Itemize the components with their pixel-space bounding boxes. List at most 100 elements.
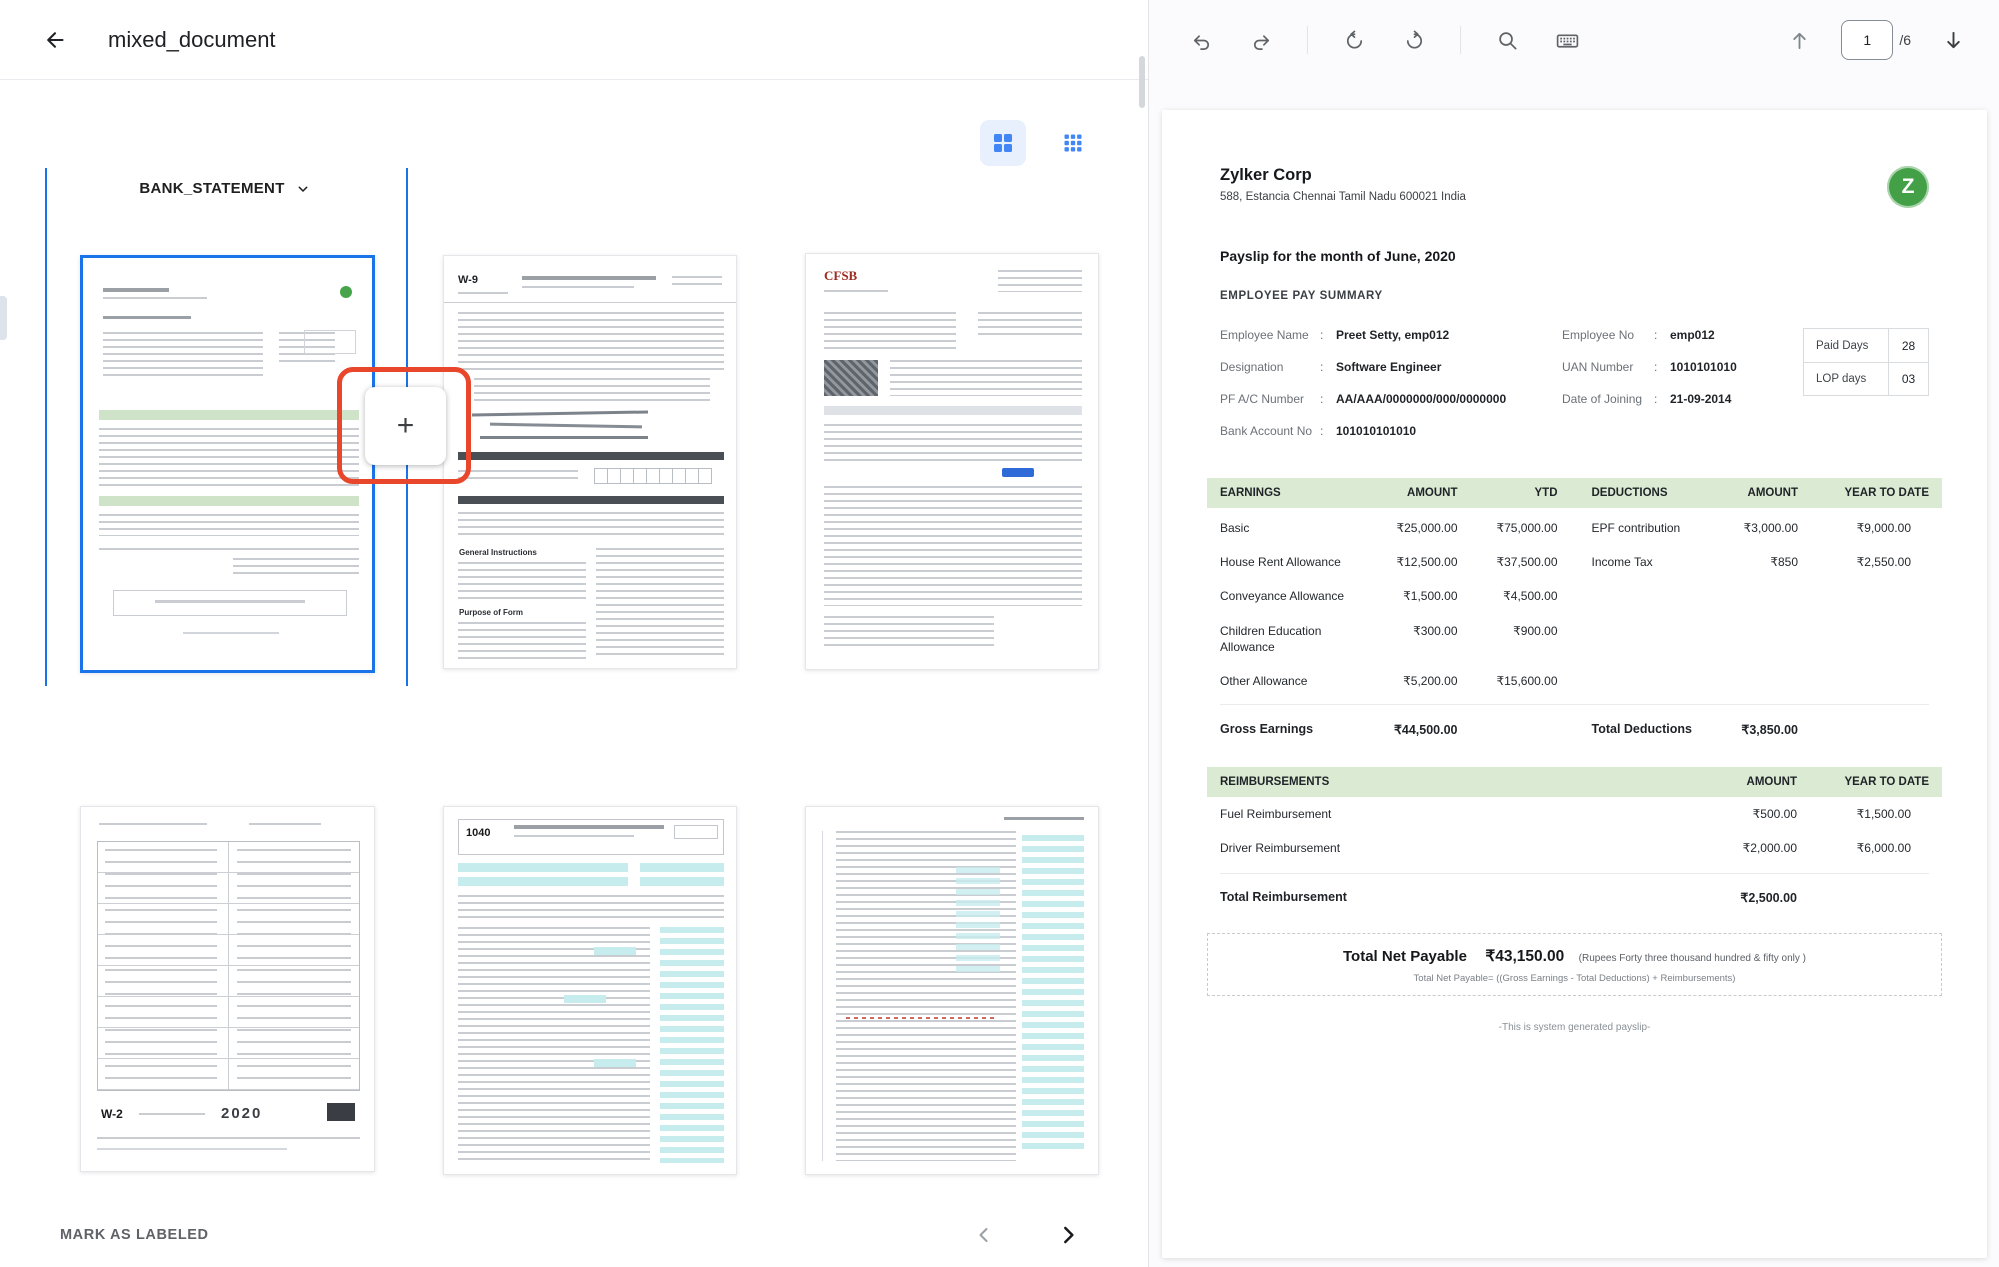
general-instructions-label: General Instructions [459,548,537,557]
thumbnail-w2-form[interactable]: W-2 2020 [80,806,375,1172]
grid-view-small-button[interactable] [1050,120,1096,166]
toolbar-separator [1307,26,1308,54]
page-navigation: /6 [1777,18,1999,62]
group-pager [964,1215,1108,1255]
w2-year-label: 2020 [221,1105,262,1122]
tax-form-thumbnail-art [806,807,1098,1174]
field-row: Bank Account No: 101010101010 [1220,424,1562,442]
field-row: Designation: Software Engineer [1220,360,1562,378]
mark-as-labeled-button[interactable]: MARK AS LABELED [40,1217,229,1253]
page-number-input[interactable] [1841,20,1893,60]
attendance-row: LOP days 03 [1804,362,1928,395]
group-boundary-left [45,168,47,686]
net-payable-box: Total Net Payable ₹43,150.00 (Rupees For… [1207,933,1942,996]
company-logo: Z [1887,166,1929,208]
reimbursements-table: REIMBURSEMENTS AMOUNT YEAR TO DATE Fuel … [1220,767,1929,905]
plus-icon: + [397,409,415,443]
totals-row: Gross Earnings ₹44,500.00 Total Deductio… [1220,704,1929,741]
keyboard-shortcuts-button[interactable] [1545,18,1589,62]
left-footer: MARK AS LABELED [0,1203,1148,1267]
search-button[interactable] [1485,18,1529,62]
net-payable-value: ₹43,150.00 [1485,948,1564,965]
cfsb-logo-text: CFSB [824,268,857,284]
payslip-footer-note: -This is system generated payslip- [1220,1022,1929,1033]
thumbnail-tax-form-page2[interactable] [805,806,1099,1175]
toolbar-separator [1460,26,1461,54]
view-toggles [980,120,1096,166]
field-row: PF A/C Number: AA/AAA/0000000/000/000000… [1220,392,1562,410]
keyboard-icon [1555,28,1580,53]
chevron-right-icon [1055,1222,1081,1248]
redo-button[interactable] [1239,18,1283,62]
deductions-row: Income Tax ₹850 ₹2,550.00 [1592,545,1930,579]
redo-icon [1250,29,1273,52]
employee-fields: Employee Name: Preet Setty, emp012 Desig… [1220,328,1929,456]
field-row: UAN Number: 1010101010 [1562,360,1767,378]
next-group-button[interactable] [1048,1215,1088,1255]
chevron-down-icon [295,181,311,197]
logo-letter: Z [1902,175,1915,199]
grid-small-icon [1064,134,1082,152]
net-payable-label: Total Net Payable [1343,948,1467,965]
cfsb-thumbnail-art: CFSB [806,254,1098,669]
document-preview-panel: /6 Zylker Corp 588, Estancia Chennai Tam… [1148,0,1999,1267]
page-down-button[interactable] [1931,18,1975,62]
left-panel-scrollbar[interactable] [1139,56,1145,108]
document-title: mixed_document [108,27,276,53]
reimbursement-row: Driver Reimbursement ₹2,000.00 ₹6,000.00 [1220,831,1929,865]
page-total: /6 [1899,32,1911,48]
pay-summary-heading: EMPLOYEE PAY SUMMARY [1220,290,1929,302]
app-root: mixed_document BANK_STATEMENT [0,0,1999,1267]
add-page-button[interactable]: + [365,387,446,465]
deductions-row: EPF contribution ₹3,000.00 ₹9,000.00 [1592,511,1930,545]
form-1040-label: 1040 [466,827,490,839]
payslip-title: Payslip for the month of June, 2020 [1220,248,1929,264]
w2-label: W-2 [101,1107,123,1121]
previous-group-button[interactable] [964,1215,1004,1255]
form-1040-thumbnail-art: 1040 [444,807,736,1174]
arrow-up-icon [1788,29,1811,52]
left-header: mixed_document [0,0,1148,80]
earnings-row: Other Allowance ₹5,200.00 ₹15,600.00 [1220,664,1558,698]
preview-toolbar: /6 [1149,0,1999,80]
field-row: Employee No: emp012 [1562,328,1767,346]
rotate-left-icon [1343,29,1366,52]
company-address: 588, Estancia Chennai Tamil Nadu 600021 … [1220,191,1466,203]
grid-view-large-button[interactable] [980,120,1026,166]
search-icon [1496,29,1519,52]
arrow-down-icon [1942,29,1965,52]
company-name: Zylker Corp [1220,166,1466,185]
field-row: Employee Name: Preet Setty, emp012 [1220,328,1562,346]
attendance-row: Paid Days 28 [1804,329,1928,362]
page-up-button[interactable] [1777,18,1821,62]
document-type-dropdown[interactable]: BANK_STATEMENT [58,180,392,197]
reimbursement-row: Fuel Reimbursement ₹500.00 ₹1,500.00 [1220,797,1929,831]
rotate-right-button[interactable] [1392,18,1436,62]
thumbnail-w9-form[interactable]: W-9 General Instructions Purpos [443,255,737,669]
back-button[interactable] [34,19,76,61]
payslip-header: Zylker Corp 588, Estancia Chennai Tamil … [1220,166,1929,208]
w9-thumbnail-art: W-9 General Instructions Purpos [444,256,736,668]
rotate-left-button[interactable] [1332,18,1376,62]
chevron-left-icon [972,1223,996,1247]
document-type-label: BANK_STATEMENT [139,180,284,197]
w2-thumbnail-art: W-2 2020 [81,807,374,1171]
undo-icon [1190,29,1213,52]
thumbnail-cfsb-statement[interactable]: CFSB [805,253,1099,670]
document-pages-panel: mixed_document BANK_STATEMENT [0,0,1148,1267]
rotate-right-icon [1403,29,1426,52]
earnings-row: Basic ₹25,000.00 ₹75,000.00 [1220,511,1558,545]
arrow-left-icon [43,28,67,52]
thumbnail-1040-form[interactable]: 1040 [443,806,737,1175]
thumbnail-payslip[interactable] [80,255,375,673]
reimbursements-header-row: REIMBURSEMENTS AMOUNT YEAR TO DATE [1207,767,1942,797]
net-payable-words: (Rupees Forty three thousand hundred & f… [1579,953,1806,964]
earnings-deductions-table: EARNINGS AMOUNT YTD DEDUCTIONS AMOUNT YE… [1220,478,1929,741]
w9-label: W-9 [458,274,478,286]
panel-edge-handle[interactable] [0,296,7,340]
earnings-row: House Rent Allowance ₹12,500.00 ₹37,500.… [1220,545,1558,579]
payslip-thumbnail-art [83,258,372,670]
undo-button[interactable] [1179,18,1223,62]
earnings-row: Children Education Allowance ₹300.00 ₹90… [1220,614,1558,664]
earnings-row: Conveyance Allowance ₹1,500.00 ₹4,500.00 [1220,579,1558,613]
